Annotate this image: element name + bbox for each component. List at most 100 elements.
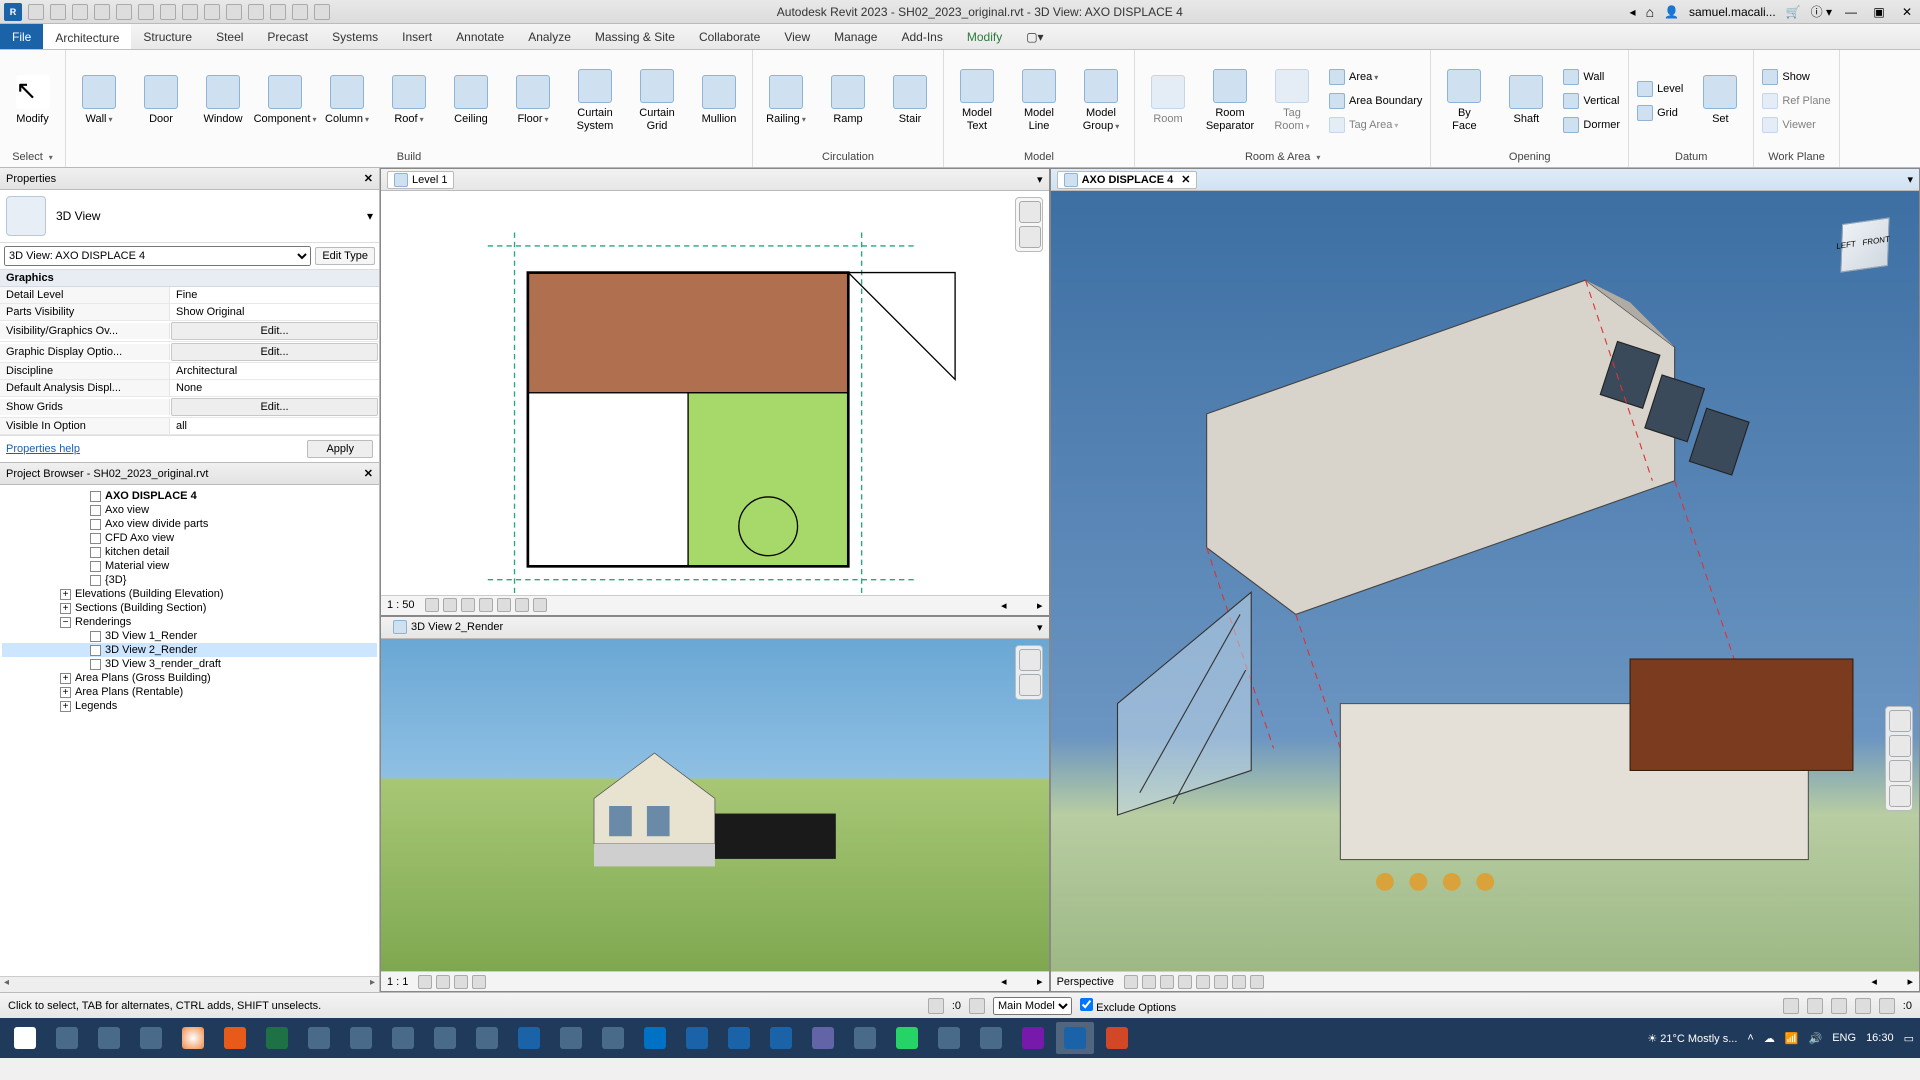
property-edit-button[interactable]: Edit... xyxy=(171,343,378,361)
onenote-button[interactable] xyxy=(1014,1022,1052,1054)
vlc-button[interactable] xyxy=(216,1022,254,1054)
user-name[interactable]: samuel.macali... xyxy=(1689,5,1776,19)
steering-wheel-icon[interactable] xyxy=(1019,201,1041,223)
revit-button[interactable] xyxy=(762,1022,800,1054)
vp-render-scale[interactable]: 1 : 1 xyxy=(387,976,408,988)
tab-steel[interactable]: Steel xyxy=(204,24,255,49)
vc-reveal-icon[interactable] xyxy=(533,598,547,612)
tree-area-rent[interactable]: +Area Plans (Rentable) xyxy=(2,685,377,699)
revit-button[interactable] xyxy=(678,1022,716,1054)
vc-icon[interactable] xyxy=(1196,975,1210,989)
property-value[interactable]: all xyxy=(170,418,379,434)
search-arrow-icon[interactable]: ◂ xyxy=(1630,5,1636,19)
wall-button[interactable]: Wall xyxy=(70,63,128,139)
onedrive-icon[interactable]: ☁ xyxy=(1764,1032,1775,1045)
room-separator-button[interactable]: Room Separator xyxy=(1201,63,1259,139)
app-button[interactable] xyxy=(594,1022,632,1054)
tray-chevron[interactable]: ˄ xyxy=(1747,1032,1753,1044)
sb-worksets-icon[interactable] xyxy=(928,998,944,1014)
property-value[interactable]: None xyxy=(170,380,379,396)
property-value[interactable]: Show Original xyxy=(170,304,379,320)
ceiling-button[interactable]: Ceiling xyxy=(442,63,500,139)
steering-wheel-icon[interactable] xyxy=(1889,710,1911,732)
opening-dormer-button[interactable]: Dormer xyxy=(1559,114,1624,136)
vc-icon[interactable] xyxy=(436,975,450,989)
project-browser[interactable]: AXO DISPLACE 4 Axo view Axo view divide … xyxy=(0,485,379,976)
properties-help-link[interactable]: Properties help xyxy=(6,443,80,455)
vc-icon[interactable] xyxy=(1214,975,1228,989)
app-button[interactable] xyxy=(132,1022,170,1054)
tree-axo4[interactable]: AXO DISPLACE 4 xyxy=(2,489,377,503)
tag-room-button[interactable]: Tag Room xyxy=(1263,63,1321,139)
tab-insert[interactable]: Insert xyxy=(390,24,444,49)
opening-wall-button[interactable]: Wall xyxy=(1559,66,1624,88)
modify-tool[interactable]: ↖Modify xyxy=(4,63,61,139)
vc-icon[interactable] xyxy=(1250,975,1264,989)
property-edit-button[interactable]: Edit... xyxy=(171,398,378,416)
property-value[interactable]: Fine xyxy=(170,287,379,303)
minimize-button[interactable]: — xyxy=(1842,3,1860,21)
property-edit-button[interactable]: Edit... xyxy=(171,322,378,340)
tab-manage[interactable]: Manage xyxy=(822,24,889,49)
tree-r1[interactable]: 3D View 1_Render xyxy=(2,629,377,643)
undo-icon[interactable] xyxy=(94,4,110,20)
property-row[interactable]: Graphic Display Optio...Edit... xyxy=(0,342,379,363)
vp-axo-canvas[interactable]: LEFT FRONT xyxy=(1051,191,1919,971)
redo-icon[interactable] xyxy=(116,4,132,20)
cart-icon[interactable]: 🛒 xyxy=(1786,5,1801,19)
tree-axo-view[interactable]: Axo view xyxy=(2,503,377,517)
wifi-icon[interactable]: 📶 xyxy=(1785,1032,1799,1045)
vc-detail-icon[interactable] xyxy=(425,598,439,612)
apply-button[interactable]: Apply xyxy=(307,440,373,458)
3d-icon[interactable] xyxy=(226,4,242,20)
vp-level1-hscroll[interactable]: ◂ ▸ xyxy=(557,599,1043,612)
set-button[interactable]: Set xyxy=(1691,63,1749,139)
tab-modify[interactable]: Modify xyxy=(955,24,1014,49)
nav-bar-render[interactable] xyxy=(1015,645,1043,700)
tree-material[interactable]: Material view xyxy=(2,559,377,573)
vp-render-hscroll[interactable]: ◂ ▸ xyxy=(496,975,1042,988)
main-model-select[interactable]: Main Model xyxy=(993,997,1072,1015)
vc-style-icon[interactable] xyxy=(443,598,457,612)
tab-systems[interactable]: Systems xyxy=(320,24,390,49)
tab-file[interactable]: File xyxy=(0,24,43,49)
stair-button[interactable]: Stair xyxy=(881,63,939,139)
view-cube-face[interactable]: LEFT FRONT xyxy=(1840,217,1889,272)
vp-axo-close[interactable]: ✕ xyxy=(1181,173,1190,186)
tag-area-button[interactable]: Tag Area xyxy=(1325,114,1426,136)
property-row[interactable]: Parts VisibilityShow Original xyxy=(0,304,379,321)
maximize-button[interactable]: ▣ xyxy=(1870,3,1888,21)
tree-r2[interactable]: 3D View 2_Render xyxy=(2,643,377,657)
exclude-checkbox[interactable] xyxy=(1080,998,1093,1011)
revit-button-active[interactable] xyxy=(1056,1022,1094,1054)
room-button[interactable]: Room xyxy=(1139,63,1197,139)
app-icon[interactable]: R xyxy=(4,3,22,21)
vp-axo-hscroll[interactable]: ◂ ▸ xyxy=(1274,975,1913,988)
notifications-icon[interactable]: ▭ xyxy=(1904,1032,1914,1045)
app-button[interactable] xyxy=(426,1022,464,1054)
tab-view[interactable]: View xyxy=(772,24,822,49)
vp-render-expand[interactable]: ▾ xyxy=(1037,621,1043,634)
vc-sun-icon[interactable] xyxy=(461,598,475,612)
thin-lines-icon[interactable] xyxy=(270,4,286,20)
grid-button[interactable]: Grid xyxy=(1633,102,1687,124)
panel-label-room-area[interactable]: Room & Area xyxy=(1139,149,1426,165)
tree-3d[interactable]: {3D} xyxy=(2,573,377,587)
app-button[interactable] xyxy=(930,1022,968,1054)
tree-axo-divide[interactable]: Axo view divide parts xyxy=(2,517,377,531)
chrome-button[interactable] xyxy=(174,1022,212,1054)
nav-bar-axo[interactable] xyxy=(1885,706,1913,811)
vp-level1-scale[interactable]: 1 : 50 xyxy=(387,599,415,611)
close-button[interactable]: ✕ xyxy=(1898,3,1916,21)
tree-renderings[interactable]: −Renderings xyxy=(2,615,377,629)
vp-level1-expand[interactable]: ▾ xyxy=(1037,173,1043,186)
text-icon[interactable] xyxy=(204,4,220,20)
tab-structure[interactable]: Structure xyxy=(131,24,204,49)
search-button[interactable] xyxy=(48,1022,86,1054)
tree-r3[interactable]: 3D View 3_render_draft xyxy=(2,657,377,671)
vc-icon[interactable] xyxy=(472,975,486,989)
app-button[interactable] xyxy=(468,1022,506,1054)
edit-type-button[interactable]: Edit Type xyxy=(315,247,375,265)
vc-icon[interactable] xyxy=(1160,975,1174,989)
vp-axo-scale[interactable]: Perspective xyxy=(1057,976,1114,988)
